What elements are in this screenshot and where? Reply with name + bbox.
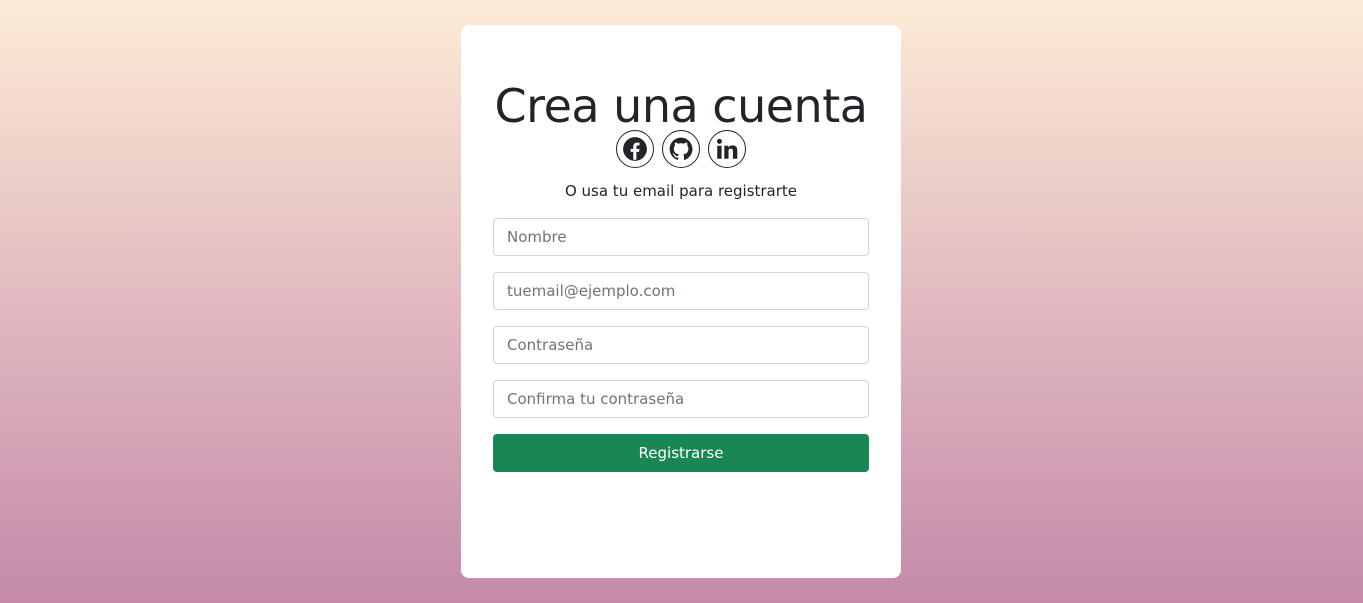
facebook-button[interactable] — [616, 130, 654, 168]
password-input[interactable] — [493, 326, 869, 364]
register-subtitle: O usa tu email para registrarte — [564, 182, 798, 200]
register-card: Crea una cuenta O usa tu email para regi… — [461, 25, 901, 578]
facebook-icon — [623, 137, 647, 161]
page-title: Crea una cuenta — [494, 79, 868, 133]
github-button[interactable] — [662, 130, 700, 168]
email-input[interactable] — [493, 272, 869, 310]
confirm-password-input[interactable] — [493, 380, 869, 418]
social-login-buttons — [461, 130, 901, 168]
register-button[interactable]: Registrarse — [493, 434, 869, 472]
github-icon — [669, 137, 693, 160]
linkedin-button[interactable] — [708, 130, 746, 168]
linkedin-icon — [716, 138, 738, 159]
name-input[interactable] — [493, 218, 869, 256]
